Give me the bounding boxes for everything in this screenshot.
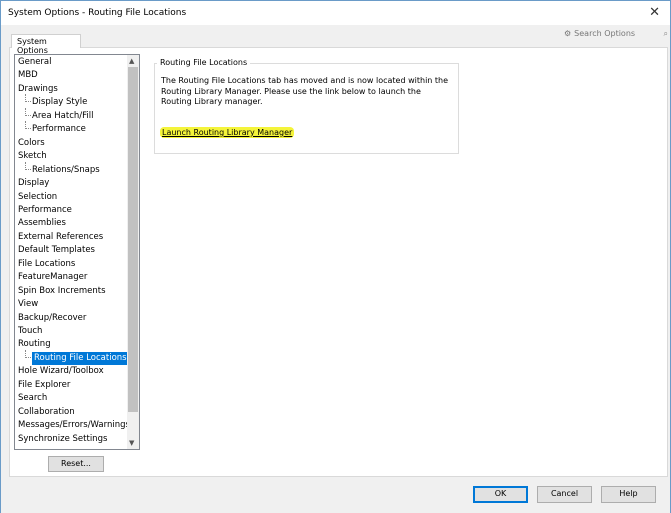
tree-item[interactable]: Collaboration bbox=[18, 406, 75, 419]
tree-scrollbar[interactable]: ▲ ▼ bbox=[127, 55, 139, 449]
title-bar: System Options - Routing File Locations … bbox=[1, 1, 670, 25]
tree-item[interactable]: Display bbox=[18, 177, 49, 190]
window-title: System Options - Routing File Locations bbox=[8, 8, 187, 18]
close-icon[interactable]: ✕ bbox=[649, 5, 660, 20]
tree-item[interactable]: MBD bbox=[18, 69, 38, 82]
launch-routing-library-manager-link[interactable]: Launch Routing Library Manager bbox=[160, 127, 295, 138]
tab-system-options[interactable]: System Options bbox=[11, 34, 81, 55]
tree-item[interactable]: Display Style bbox=[32, 96, 87, 109]
tree-item[interactable]: Routing bbox=[18, 338, 51, 351]
tree-item[interactable]: Area Hatch/Fill bbox=[32, 110, 93, 123]
tree-item[interactable]: Performance bbox=[18, 204, 72, 217]
options-tree[interactable]: General MBD Drawings Display Style Area Hatc… bbox=[14, 54, 140, 450]
tree-connector bbox=[25, 121, 31, 130]
tree-item[interactable]: Colors bbox=[18, 137, 45, 150]
info-message: The Routing File Locations tab has moved… bbox=[161, 76, 449, 106]
tree-item[interactable]: Drawings bbox=[18, 83, 58, 96]
tree-item[interactable]: Synchronize Settings bbox=[18, 433, 107, 446]
tree-connector bbox=[25, 94, 31, 103]
ok-button[interactable]: OK bbox=[473, 486, 528, 503]
tree-connector bbox=[25, 107, 31, 116]
tree-item[interactable]: Selection bbox=[18, 191, 57, 204]
tree-connector bbox=[25, 161, 31, 170]
scrollbar-thumb[interactable] bbox=[128, 67, 138, 412]
tree-item[interactable]: File Explorer bbox=[18, 379, 70, 392]
search-options-input[interactable]: ⚙ Search Options ⌕ bbox=[564, 27, 668, 40]
tree-item[interactable]: FeatureManager bbox=[18, 271, 87, 284]
tree-item[interactable]: Messages/Errors/Warnings bbox=[18, 419, 130, 432]
reset-button[interactable]: Reset... bbox=[48, 456, 104, 472]
tree-item[interactable]: Assemblies bbox=[18, 217, 66, 230]
tree-item[interactable]: Relations/Snaps bbox=[32, 164, 100, 177]
tree-connector bbox=[25, 349, 31, 358]
magnifier-icon[interactable]: ⌕ bbox=[664, 29, 668, 39]
scroll-down-icon[interactable]: ▼ bbox=[129, 439, 134, 447]
tree-item[interactable]: Spin Box Increments bbox=[18, 285, 106, 298]
scroll-up-icon[interactable]: ▲ bbox=[129, 57, 134, 65]
group-title: Routing File Locations bbox=[157, 58, 251, 67]
tree-item[interactable]: General bbox=[18, 56, 52, 69]
tree-item[interactable]: View bbox=[18, 298, 38, 311]
tree-item[interactable]: Default Templates bbox=[18, 244, 95, 257]
gear-icon: ⚙ bbox=[564, 29, 572, 38]
search-placeholder: Search Options bbox=[574, 29, 636, 38]
help-button[interactable]: Help bbox=[601, 486, 656, 503]
tree-item[interactable]: Backup/Recover bbox=[18, 312, 86, 325]
tree-item[interactable]: Sketch bbox=[18, 150, 47, 163]
tree-item[interactable]: Routing File Locations bbox=[32, 351, 129, 365]
tree-item[interactable]: Search bbox=[18, 392, 47, 405]
tree-item[interactable]: Touch bbox=[18, 325, 42, 338]
tree-item[interactable]: Hole Wizard/Toolbox bbox=[18, 365, 104, 378]
tree-item[interactable]: External References bbox=[18, 231, 103, 244]
tree-item[interactable]: Performance bbox=[32, 123, 86, 136]
tree-item[interactable]: File Locations bbox=[18, 258, 75, 271]
cancel-button[interactable]: Cancel bbox=[537, 486, 592, 503]
